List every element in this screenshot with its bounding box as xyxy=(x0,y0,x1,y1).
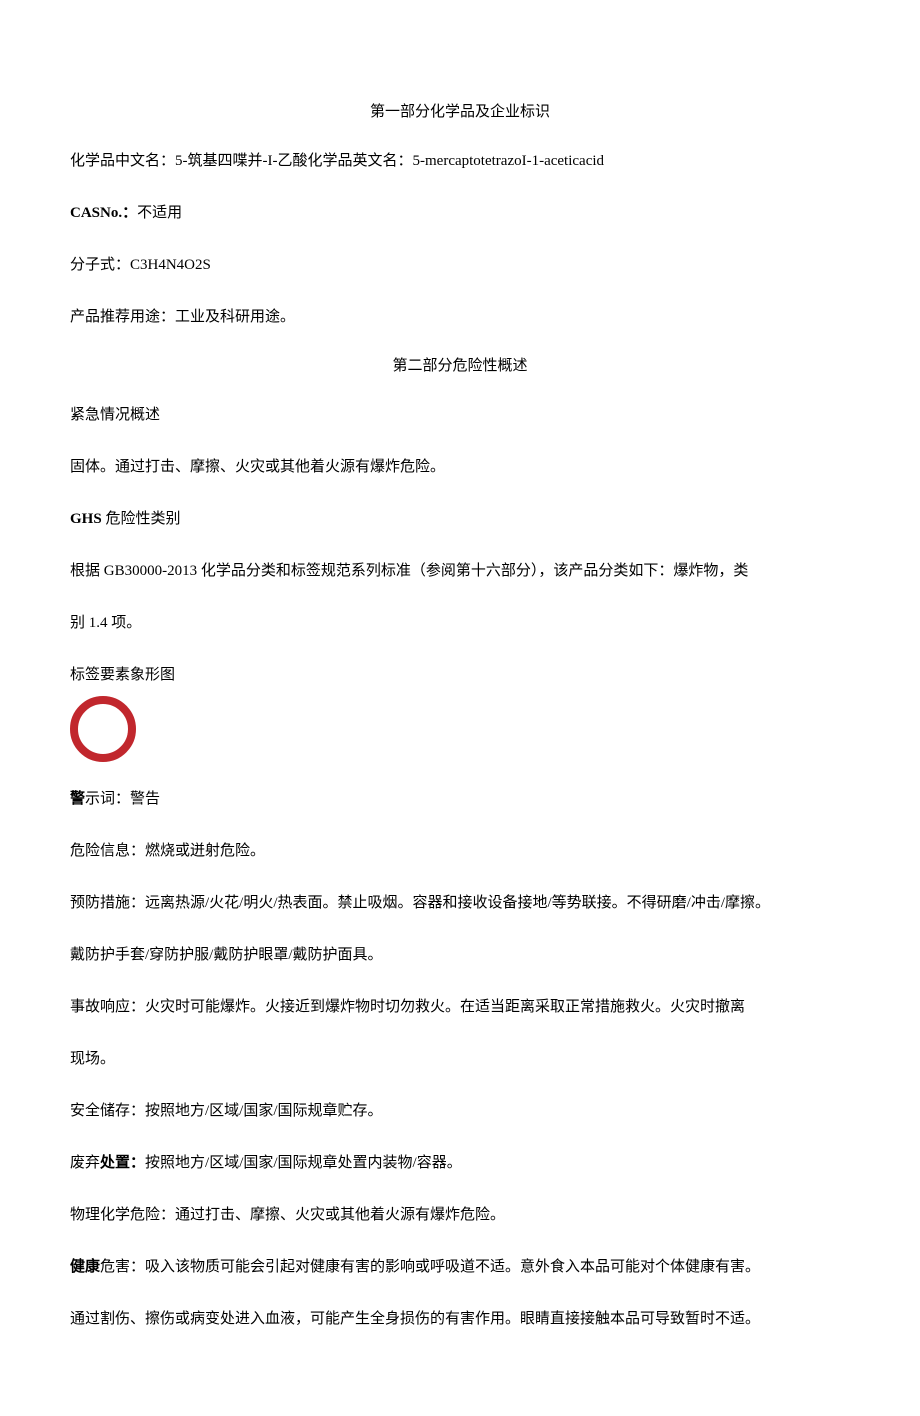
prevention-line1: 预防措施：远离热源/火花/明火/热表面。禁止吸烟。容器和接收设备接地/等势联接。… xyxy=(70,888,850,918)
health-bold: 健康 xyxy=(70,1259,100,1275)
chem-name-value: 5-筑基四喋并-I-乙酸化学品英文名：5-mercaptotetrazoI-1-… xyxy=(175,153,604,169)
health-line2: 通过割伤、擦伤或病变处进入血液，可能产生全身损伤的有害作用。眼睛直接接触本品可导… xyxy=(70,1304,850,1334)
formula-value: C3H4N4O2S xyxy=(130,257,211,273)
storage-line: 安全储存：按照地方/区域/国家/国际规章贮存。 xyxy=(70,1096,850,1126)
physchem-line: 物理化学危险：通过打击、摩擦、火灾或其他着火源有爆炸危险。 xyxy=(70,1200,850,1230)
signal-bold: 警 xyxy=(70,791,85,807)
disposal-prefix: 废弃 xyxy=(70,1155,100,1171)
ghs-body-line1: 根据 GB30000-2013 化学品分类和标签规范系列标准（参阅第十六部分），… xyxy=(70,556,850,586)
disposal-line: 废弃处置：按照地方/区域/国家/国际规章处置内装物/容器。 xyxy=(70,1148,850,1178)
hazard-pictogram-circle-icon xyxy=(70,696,136,762)
chem-name-label: 化学品中文名： xyxy=(70,153,175,169)
cas-line: CASNo.：不适用 xyxy=(70,198,850,228)
hazard-info: 危险信息：燃烧或迸射危险。 xyxy=(70,836,850,866)
ghs-label: GHS xyxy=(70,511,102,527)
signal-word-line: 警示词：警告 xyxy=(70,784,850,814)
health-line1: 健康危害：吸入该物质可能会引起对健康有害的影响或呼吸道不适。意外食入本品可能对个… xyxy=(70,1252,850,1282)
formula-label: 分子式： xyxy=(70,257,130,273)
formula-line: 分子式：C3H4N4O2S xyxy=(70,250,850,280)
cas-value: 不适用 xyxy=(137,205,182,221)
emergency-heading: 紧急情况概述 xyxy=(70,400,850,430)
section-2-title: 第二部分危险性概述 xyxy=(70,354,850,378)
emergency-body: 固体。通过打击、摩擦、火灾或其他着火源有爆炸危险。 xyxy=(70,452,850,482)
ghs-heading: GHS 危险性类别 xyxy=(70,504,850,534)
health-rest: 危害：吸入该物质可能会引起对健康有害的影响或呼吸道不适。意外食入本品可能对个体健… xyxy=(100,1259,760,1275)
response-line1: 事故响应：火灾时可能爆炸。火接近到爆炸物时切勿救火。在适当距离采取正常措施救火。… xyxy=(70,992,850,1022)
use-line: 产品推荐用途：工业及科研用途。 xyxy=(70,302,850,332)
use-label: 产品推荐用途： xyxy=(70,309,175,325)
section-1-title: 第一部分化学品及企业标识 xyxy=(70,100,850,124)
chemical-name-line: 化学品中文名：5-筑基四喋并-I-乙酸化学品英文名：5-mercaptotetr… xyxy=(70,146,850,176)
ghs-suffix: 危险性类别 xyxy=(102,511,181,527)
disposal-rest: 按照地方/区域/国家/国际规章处置内装物/容器。 xyxy=(145,1155,462,1171)
cas-label: CASNo.： xyxy=(70,205,137,221)
response-line2: 现场。 xyxy=(70,1044,850,1074)
signal-rest: 示词：警告 xyxy=(85,791,160,807)
disposal-bold: 处置： xyxy=(100,1155,145,1171)
prevention-line2: 戴防护手套/穿防护服/戴防护眼罩/戴防护面具。 xyxy=(70,940,850,970)
ghs-body-line2: 别 1.4 项。 xyxy=(70,608,850,638)
use-value: 工业及科研用途。 xyxy=(175,309,295,325)
pictogram-label: 标签要素象形图 xyxy=(70,660,850,690)
